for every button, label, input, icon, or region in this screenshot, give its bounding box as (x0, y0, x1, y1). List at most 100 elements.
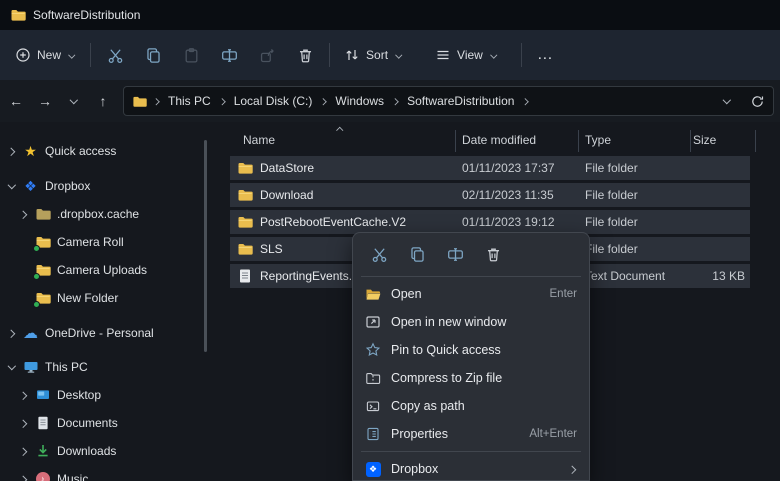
new-button[interactable]: New (6, 39, 85, 71)
column-divider[interactable] (755, 130, 756, 152)
breadcrumb-local-disk-c[interactable]: Local Disk (C:) (232, 94, 315, 108)
column-header-name[interactable]: Name (243, 133, 275, 147)
sidebar-item-desktop[interactable]: Desktop (0, 381, 222, 409)
expand-chevron-icon[interactable] (19, 210, 28, 219)
recent-locations-button[interactable] (61, 88, 87, 114)
paste-button[interactable] (172, 39, 210, 71)
menu-item-label: Pin to Quick access (391, 343, 501, 357)
expand-chevron-icon[interactable] (7, 329, 16, 338)
sidebar-item-label: Quick access (45, 144, 116, 158)
file-row-download[interactable]: Download 02/11/2023 11:35 File folder (230, 183, 750, 207)
sidebar-item-quick-access[interactable]: ★ Quick access (0, 137, 222, 165)
breadcrumb-chevron-icon (218, 97, 226, 105)
file-name: PostRebootEventCache.V2 (260, 215, 406, 229)
sidebar-item-this-pc[interactable]: This PC (0, 353, 222, 381)
expand-chevron-icon[interactable] (19, 475, 28, 481)
menu-divider (361, 276, 581, 277)
back-arrow-icon: ← (9, 93, 23, 109)
menu-item-open-new-window[interactable]: Open in new window (357, 308, 585, 336)
rename-button[interactable] (210, 39, 248, 71)
refresh-icon[interactable] (750, 94, 765, 109)
breadcrumb-windows[interactable]: Windows (333, 94, 386, 108)
submenu-arrow-icon (568, 465, 577, 474)
sidebar-item-camera-roll[interactable]: Camera Roll (0, 228, 222, 256)
file-row-postrebooteventcache[interactable]: PostRebootEventCache.V2 01/11/2023 19:12… (230, 210, 750, 234)
delete-button[interactable] (477, 239, 509, 269)
copy-icon (409, 246, 426, 263)
menu-item-properties[interactable]: Properties Alt+Enter (357, 420, 585, 448)
collapse-chevron-icon[interactable] (7, 363, 16, 372)
rename-button[interactable] (439, 239, 471, 269)
expand-chevron-icon[interactable] (7, 147, 16, 156)
breadcrumb-this-pc[interactable]: This PC (166, 94, 213, 108)
pin-star-icon (365, 342, 381, 358)
forward-button[interactable]: → (32, 88, 58, 114)
cut-button[interactable] (96, 39, 134, 71)
back-button[interactable]: ← (3, 88, 29, 114)
copy-path-icon (365, 398, 381, 414)
menu-item-pin-quick-access[interactable]: Pin to Quick access (357, 336, 585, 364)
menu-item-label: Dropbox (391, 462, 438, 476)
expand-chevron-icon[interactable] (19, 391, 28, 400)
column-divider[interactable] (455, 130, 456, 152)
view-button[interactable]: View (426, 39, 507, 71)
sidebar-item-documents[interactable]: Documents (0, 409, 222, 437)
file-row-datastore[interactable]: DataStore 01/11/2023 17:37 File folder (230, 156, 750, 180)
file-icon (237, 268, 253, 284)
menu-shortcut: Alt+Enter (529, 428, 577, 440)
breadcrumb-chevron-icon (522, 97, 530, 105)
see-more-button[interactable]: … (527, 39, 565, 71)
synced-folder-icon (34, 262, 51, 279)
explorer-tab[interactable]: SoftwareDistribution (0, 0, 154, 30)
sort-button[interactable]: Sort (335, 39, 412, 71)
delete-button[interactable] (286, 39, 324, 71)
view-button-label: View (457, 48, 483, 62)
menu-item-copy-as-path[interactable]: Copy as path (357, 392, 585, 420)
open-folder-icon (365, 286, 381, 302)
expand-chevron-icon[interactable] (19, 447, 28, 456)
column-header-date[interactable]: Date modified (462, 133, 536, 147)
sort-arrows-icon (344, 47, 360, 63)
menu-item-dropbox[interactable]: ❖ Dropbox (357, 455, 585, 481)
copy-icon (145, 47, 162, 64)
collapse-chevron-icon[interactable] (7, 182, 16, 191)
file-type: File folder (585, 188, 638, 202)
document-icon (34, 415, 51, 432)
folder-icon (237, 160, 253, 176)
toolbar-divider (90, 43, 91, 67)
menu-item-compress-zip[interactable]: Compress to Zip file (357, 364, 585, 392)
sidebar-item-camera-uploads[interactable]: Camera Uploads (0, 256, 222, 284)
sidebar-item-downloads[interactable]: Downloads (0, 437, 222, 465)
breadcrumb-chevron-icon (153, 97, 161, 105)
toolbar-divider (329, 43, 330, 67)
cut-button[interactable] (363, 239, 395, 269)
menu-item-open[interactable]: Open Enter (357, 280, 585, 308)
column-header-type[interactable]: Type (585, 133, 611, 147)
up-button[interactable]: ↑ (90, 88, 116, 114)
share-icon (259, 47, 276, 64)
sidebar-item-dropbox-cache[interactable]: .dropbox.cache (0, 200, 222, 228)
onedrive-cloud-icon: ☁ (22, 325, 39, 342)
sidebar-item-dropbox[interactable]: ❖ Dropbox (0, 172, 222, 200)
sort-button-label: Sort (366, 48, 388, 62)
sidebar-item-onedrive[interactable]: ☁ OneDrive - Personal (0, 319, 222, 347)
share-button[interactable] (248, 39, 286, 71)
file-name: DataStore (260, 161, 314, 175)
sidebar-item-label: OneDrive - Personal (45, 326, 154, 340)
copy-button[interactable] (134, 39, 172, 71)
column-divider[interactable] (578, 130, 579, 152)
address-breadcrumb-bar[interactable]: This PC Local Disk (C:) Windows Software… (123, 86, 774, 116)
sidebar-item-label: Documents (57, 416, 118, 430)
column-header-size[interactable]: Size (693, 133, 716, 147)
sidebar-scrollbar[interactable] (204, 140, 207, 352)
sidebar-item-new-folder[interactable]: New Folder (0, 284, 222, 312)
breadcrumb-softwaredistribution[interactable]: SoftwareDistribution (405, 94, 516, 108)
breadcrumb-chevron-icon (320, 97, 328, 105)
copy-button[interactable] (401, 239, 433, 269)
expand-chevron-icon[interactable] (19, 419, 28, 428)
sidebar-item-music[interactable]: ♪ Music (0, 465, 222, 481)
address-dropdown-icon[interactable] (722, 97, 731, 106)
star-icon: ★ (22, 143, 39, 160)
sidebar-item-label: Music (57, 472, 88, 481)
column-divider[interactable] (690, 130, 691, 152)
